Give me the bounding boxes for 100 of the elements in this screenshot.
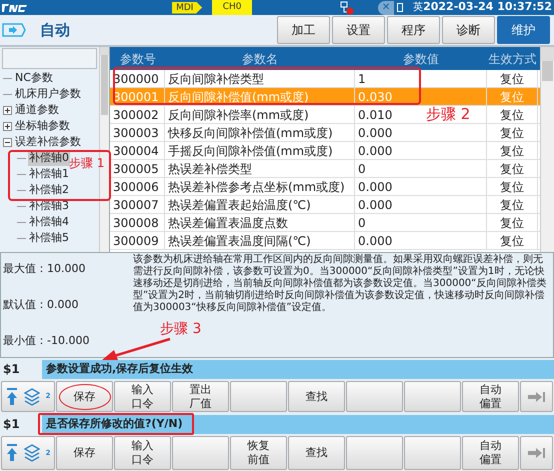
softkey-button[interactable]: 输入口令 xyxy=(114,436,171,470)
softkey-button[interactable]: 保存 xyxy=(56,381,113,412)
limit-value: 最小值：-10.000 xyxy=(3,332,90,348)
table-cell: 复位 xyxy=(487,106,538,123)
table-cell: 手摇反向间隙补偿值(mm或度) xyxy=(165,142,355,159)
pointer-arrow xyxy=(100,337,172,361)
table-cell: 复位 xyxy=(487,124,538,141)
up-arrow-icon xyxy=(6,444,18,462)
limit-value: 默认值：0.000 xyxy=(3,296,80,313)
softkey-button[interactable]: 查找 xyxy=(288,381,345,412)
tree-item[interactable]: 补偿轴5 xyxy=(28,230,70,246)
table-cell: 复位 xyxy=(487,88,538,105)
tree-item[interactable]: 机床用户参数 xyxy=(14,86,82,102)
softkey-button[interactable]: 自动偏置 xyxy=(462,436,519,470)
table-cell: 0.000 xyxy=(355,124,487,141)
next-page-button[interactable] xyxy=(520,381,553,412)
nav-tab[interactable]: 程序 xyxy=(387,16,440,44)
tree-item[interactable]: 误差补偿参数 xyxy=(14,134,82,150)
parameter-description: 该参数为机床进给轴在常用工作区间内的反向间隙测量值。如果采用双向螺距误差补偿，则无需进行反向间隙补偿，该参数可设置为0。当300000“反向间隙补偿类型”设置为1时，无论快速移动还是切削进给，当前轴反向间隙补偿值都为该参数设定值。当300000“反向间隙补偿类型”设置为2时，当前轴切削进给时反向间隙补偿值为该参数设定值，快速移动时反向间隙补偿值为300003“快移反向间隙补偿值”设定值。 xyxy=(133,253,548,314)
date-time: 2022-03-24 10:37:52 xyxy=(423,0,553,16)
softkey-button[interactable]: 查找 xyxy=(288,436,345,470)
scrollbar[interactable] xyxy=(540,47,554,252)
table-cell: 300004 xyxy=(110,142,165,159)
tree-item[interactable]: 坐标轴参数 xyxy=(14,118,71,134)
blank-softkey-button[interactable] xyxy=(346,436,403,470)
step-label: 步骤 2 xyxy=(426,104,470,125)
status-message: 参数设置成功,保存后复位生效 xyxy=(42,360,554,378)
table-cell: 复位 xyxy=(487,196,538,213)
nav-tab[interactable]: 维护 xyxy=(497,16,550,44)
tree-item[interactable]: NC参数 xyxy=(14,70,54,86)
table-cell: 0.030 xyxy=(355,88,487,105)
table-row[interactable]: 300008 热误差偏置表温度点数 0 复位 xyxy=(110,214,540,232)
arrow-to-bar-icon xyxy=(526,390,546,402)
channel-label: $1 xyxy=(2,361,21,378)
table-cell: 热误差补偿类型 xyxy=(165,160,355,177)
layers-icon xyxy=(24,444,40,462)
channel-badge: CH0 xyxy=(212,0,252,15)
table-cell: 300007 xyxy=(110,196,165,213)
table-row[interactable]: 300005 热误差补偿类型 0 复位 xyxy=(110,160,540,178)
highlight-circle xyxy=(59,384,111,410)
logo-icon xyxy=(2,2,28,12)
table-cell: 复位 xyxy=(487,178,538,195)
blank-softkey-button[interactable] xyxy=(172,436,229,470)
table-row[interactable]: 300006 热误差补偿参考点坐标(mm或度) 0.000 复位 xyxy=(110,178,540,196)
table-cell: 300001 xyxy=(110,88,165,105)
table-cell: 反向间隙补偿类型 xyxy=(165,70,355,87)
table-cell: 300003 xyxy=(110,124,165,141)
table-cell: 热误差补偿参考点坐标(mm或度) xyxy=(165,178,355,195)
blank-softkey-button[interactable] xyxy=(230,381,287,412)
table-cell: 300005 xyxy=(110,160,165,177)
nav-tab[interactable]: 设置 xyxy=(332,16,385,44)
keyboard-icon xyxy=(397,3,404,12)
table-row[interactable]: 300009 热误差偏置表温度间隔(℃) 0.000 复位 xyxy=(110,232,540,250)
softkey-button[interactable]: 置出厂值 xyxy=(172,381,229,412)
softkey-button[interactable]: 保存 xyxy=(56,436,113,470)
arrow-right-icon xyxy=(2,23,26,37)
table-cell: 复位 xyxy=(487,142,538,159)
table-cell: 300008 xyxy=(110,214,165,231)
table-row[interactable]: 300004 手摇反向间隙补偿值(mm或度) 0.000 复位 xyxy=(110,142,540,160)
collapse-icon[interactable] xyxy=(3,138,12,146)
mode-badge: MDI xyxy=(172,2,202,14)
table-cell: 热误差偏置表起始温度(℃) xyxy=(165,196,355,213)
blank-softkey-button[interactable] xyxy=(346,381,403,412)
scrollbar[interactable] xyxy=(99,47,109,252)
tree-item[interactable]: 补偿轴4 xyxy=(28,214,70,230)
softkey-button[interactable]: 输入口令 xyxy=(114,381,171,412)
table-cell: 300009 xyxy=(110,232,165,249)
nav-tab[interactable]: 诊断 xyxy=(442,16,495,44)
table-cell: 复位 xyxy=(487,70,538,87)
tree-item[interactable]: 补偿轴2 xyxy=(28,182,70,198)
column-header: 参数值 xyxy=(402,50,440,68)
layers-icon xyxy=(24,388,40,406)
softkey-button[interactable]: 自动偏置 xyxy=(462,381,519,412)
table-cell: 复位 xyxy=(487,160,538,177)
table-cell: 300006 xyxy=(110,178,165,195)
column-header: 参数名 xyxy=(241,50,279,68)
blank-softkey-button[interactable] xyxy=(404,381,461,412)
arrow-to-bar-icon xyxy=(526,447,546,459)
softkey-button[interactable]: 恢复前值 xyxy=(230,436,287,470)
tree-item[interactable]: 通道参数 xyxy=(14,102,60,118)
table-row[interactable]: 300000 反向间隙补偿类型 1 复位 xyxy=(110,70,540,88)
table-cell: 快移反向间隙补偿值(mm或度) xyxy=(165,124,355,141)
nav-tab[interactable]: 加工 xyxy=(277,16,330,44)
table-cell: 反向间隙补偿值(mm或度) xyxy=(165,88,355,105)
tree-item[interactable]: 补偿轴1 xyxy=(28,166,70,182)
step-label: 步骤 3 xyxy=(160,320,202,339)
table-cell: 热误差偏置表温度点数 xyxy=(165,214,355,231)
column-header: 生效方式 xyxy=(488,50,538,68)
expand-icon[interactable] xyxy=(3,106,12,114)
table-cell: 复位 xyxy=(487,232,538,249)
table-cell: 1 xyxy=(355,70,487,87)
language-indicator[interactable]: 英 xyxy=(413,0,424,15)
next-page-button[interactable] xyxy=(520,436,553,470)
expand-icon[interactable] xyxy=(3,122,12,130)
table-cell: 0.000 xyxy=(355,178,487,195)
table-row[interactable]: 300007 热误差偏置表起始温度(℃) 0.000 复位 xyxy=(110,196,540,214)
limit-value: 最大值：10.000 xyxy=(3,261,86,277)
network-error-icon xyxy=(340,0,354,14)
blank-softkey-button[interactable] xyxy=(404,436,461,470)
table-row[interactable]: 300003 快移反向间隙补偿值(mm或度) 0.000 复位 xyxy=(110,124,540,142)
